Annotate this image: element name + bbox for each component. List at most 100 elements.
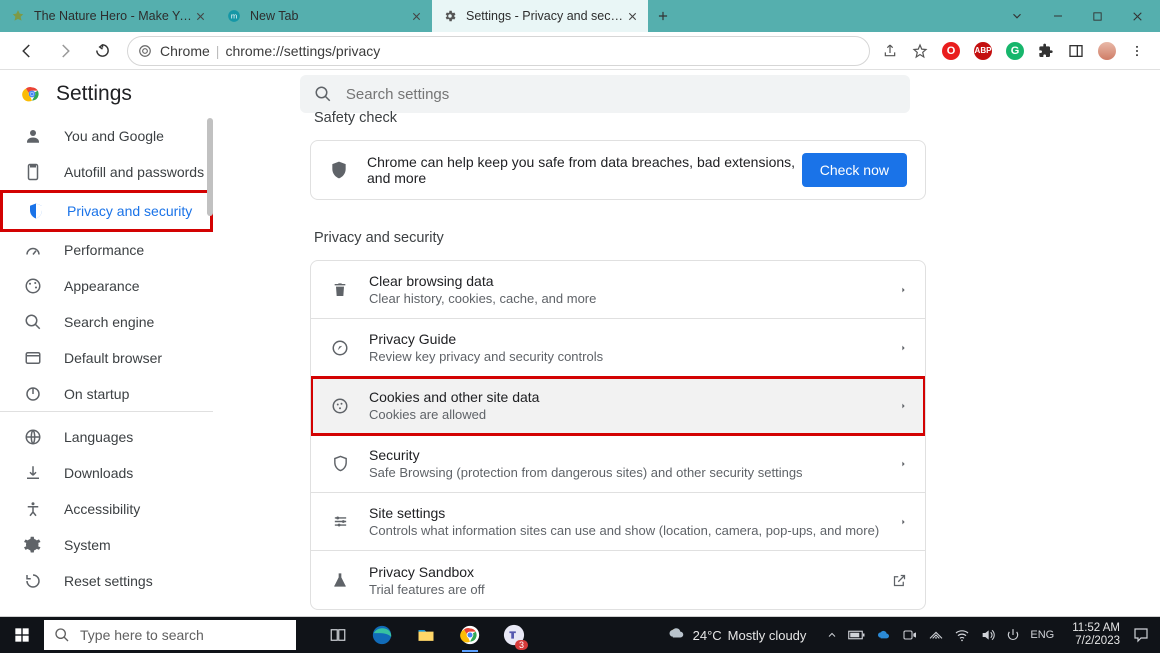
privacy-security-card: Clear browsing dataClear history, cookie… [310, 260, 926, 610]
tab-new-tab[interactable]: m New Tab [216, 0, 432, 32]
share-icon[interactable] [882, 43, 898, 59]
external-link-icon [892, 573, 907, 588]
taskbar-clock[interactable]: 11:52 AM 7/2/2023 [1072, 622, 1120, 648]
row-title: Security [369, 447, 900, 463]
tray-language[interactable]: ENG [1030, 629, 1054, 641]
sidebar-item-accessibility[interactable]: Accessibility [0, 491, 213, 527]
sidebar-item-appearance[interactable]: Appearance [0, 268, 213, 304]
row-subtitle: Cookies are allowed [369, 407, 900, 422]
tray-volume-icon[interactable] [980, 627, 996, 643]
clock-date: 7/2/2023 [1072, 635, 1120, 648]
taskbar-search-placeholder: Type here to search [80, 627, 204, 643]
trash-icon [329, 282, 351, 298]
action-center-button[interactable] [1130, 626, 1152, 644]
favicon-newtab: m [226, 8, 242, 24]
sidebar-scrollbar[interactable] [207, 118, 213, 216]
row-title: Privacy Sandbox [369, 564, 892, 580]
reload-button[interactable] [94, 42, 111, 60]
maximize-button[interactable] [1092, 11, 1103, 22]
settings-search[interactable] [300, 75, 910, 113]
check-now-button[interactable]: Check now [802, 153, 907, 187]
tray-battery-icon[interactable] [848, 629, 866, 641]
taskbar-edge[interactable] [360, 617, 404, 653]
row-subtitle: Safe Browsing (protection from dangerous… [369, 465, 900, 480]
sidebar-item-label: Appearance [64, 278, 140, 294]
taskbar-teams[interactable]: 3 [492, 617, 536, 653]
row-title: Site settings [369, 505, 900, 521]
sidebar-item-on-startup[interactable]: On startup [0, 376, 213, 412]
sidebar-item-label: System [64, 537, 111, 553]
tray-onedrive-icon[interactable] [876, 627, 892, 643]
new-tab-button[interactable] [648, 0, 678, 32]
tray-chevron-icon[interactable] [826, 629, 838, 641]
url-text: chrome://settings/privacy [225, 43, 380, 59]
chevron-right-icon [900, 400, 907, 412]
extension-grammarly-icon[interactable]: G [1006, 42, 1024, 60]
extensions-icon[interactable] [1038, 43, 1054, 59]
close-icon[interactable] [408, 8, 424, 24]
tray-network-icon[interactable] [928, 627, 944, 643]
sidebar-item-privacy[interactable]: Privacy and security [3, 193, 210, 229]
minimize-button[interactable] [1052, 10, 1064, 22]
tray-power-icon[interactable] [1006, 628, 1020, 642]
chrome-logo-icon [22, 84, 42, 104]
tab-settings[interactable]: Settings - Privacy and security [432, 0, 648, 32]
sidebar-item-reset[interactable]: Reset settings [0, 563, 213, 599]
task-view-button[interactable] [316, 617, 360, 653]
sidebar-item-languages[interactable]: Languages [0, 419, 213, 455]
extension-abp-icon[interactable]: ABP [974, 42, 992, 60]
shield-outline-icon [329, 455, 351, 472]
url-bar[interactable]: Chrome | chrome://settings/privacy [127, 36, 870, 66]
sidebar-item-downloads[interactable]: Downloads [0, 455, 213, 491]
row-site-settings[interactable]: Site settings Controls what information s… [311, 493, 925, 551]
taskbar-chrome[interactable] [448, 617, 492, 653]
chevron-right-icon [900, 342, 907, 354]
row-clear-browsing-data[interactable]: Clear browsing dataClear history, cookie… [311, 261, 925, 319]
favicon-naturehero [10, 8, 26, 24]
chevron-right-icon [900, 516, 907, 528]
back-button[interactable] [18, 42, 36, 60]
start-button[interactable] [0, 617, 44, 653]
close-icon[interactable] [192, 8, 208, 24]
row-security[interactable]: Security Safe Browsing (protection from d… [311, 435, 925, 493]
safety-check-card: Chrome can help keep you safe from data … [310, 140, 926, 200]
profile-avatar[interactable] [1098, 42, 1116, 60]
sidebar-item-label: Reset settings [64, 573, 153, 589]
bookmark-icon[interactable] [912, 43, 928, 59]
sidebar-item-autofill[interactable]: Autofill and passwords [0, 154, 213, 190]
tray-wifi-icon[interactable] [954, 627, 970, 643]
row-title: Cookies and other site data [369, 389, 900, 405]
sidebar-item-default-browser[interactable]: Default browser [0, 340, 213, 376]
taskbar-weather[interactable]: 24°C Mostly cloudy [667, 625, 807, 645]
tab-title: Settings - Privacy and security [466, 9, 624, 23]
row-cookies[interactable]: Cookies and other site data Cookies are a… [311, 377, 925, 435]
settings-search-input[interactable] [346, 86, 896, 103]
sidebar-item-label: Accessibility [64, 501, 140, 517]
sidebar-item-system[interactable]: System [0, 527, 213, 563]
taskbar-explorer[interactable] [404, 617, 448, 653]
compass-icon [329, 339, 351, 357]
address-bar: Chrome | chrome://settings/privacy O ABP… [0, 32, 1160, 70]
window-chevron-icon[interactable] [1010, 9, 1024, 23]
side-panel-icon[interactable] [1068, 43, 1084, 59]
sidebar-item-you-and-google[interactable]: You and Google [0, 118, 213, 154]
forward-button[interactable] [56, 42, 74, 60]
sidebar-item-search-engine[interactable]: Search engine [0, 304, 213, 340]
shield-icon [329, 160, 349, 180]
row-subtitle: Controls what information sites can use … [369, 523, 900, 538]
sidebar-item-performance[interactable]: Performance [0, 232, 213, 268]
row-privacy-sandbox[interactable]: Privacy SandboxTrial features are off [311, 551, 925, 609]
taskbar-search[interactable]: Type here to search [44, 620, 296, 650]
kebab-menu-icon[interactable] [1130, 44, 1144, 58]
search-icon [314, 85, 332, 103]
extension-opera-icon[interactable]: O [942, 42, 960, 60]
row-privacy-guide[interactable]: Privacy GuideReview key privacy and secu… [311, 319, 925, 377]
sidebar-item-label: Privacy and security [67, 203, 192, 219]
tab-nature-hero[interactable]: The Nature Hero - Make Your Ac [0, 0, 216, 32]
tray-meet-now-icon[interactable] [902, 627, 918, 643]
close-icon[interactable] [624, 8, 640, 24]
row-title: Privacy Guide [369, 331, 900, 347]
row-title: Clear browsing data [369, 273, 900, 289]
windows-taskbar: Type here to search 3 24°C Mostly cloudy… [0, 617, 1160, 653]
close-window-button[interactable] [1131, 10, 1144, 23]
